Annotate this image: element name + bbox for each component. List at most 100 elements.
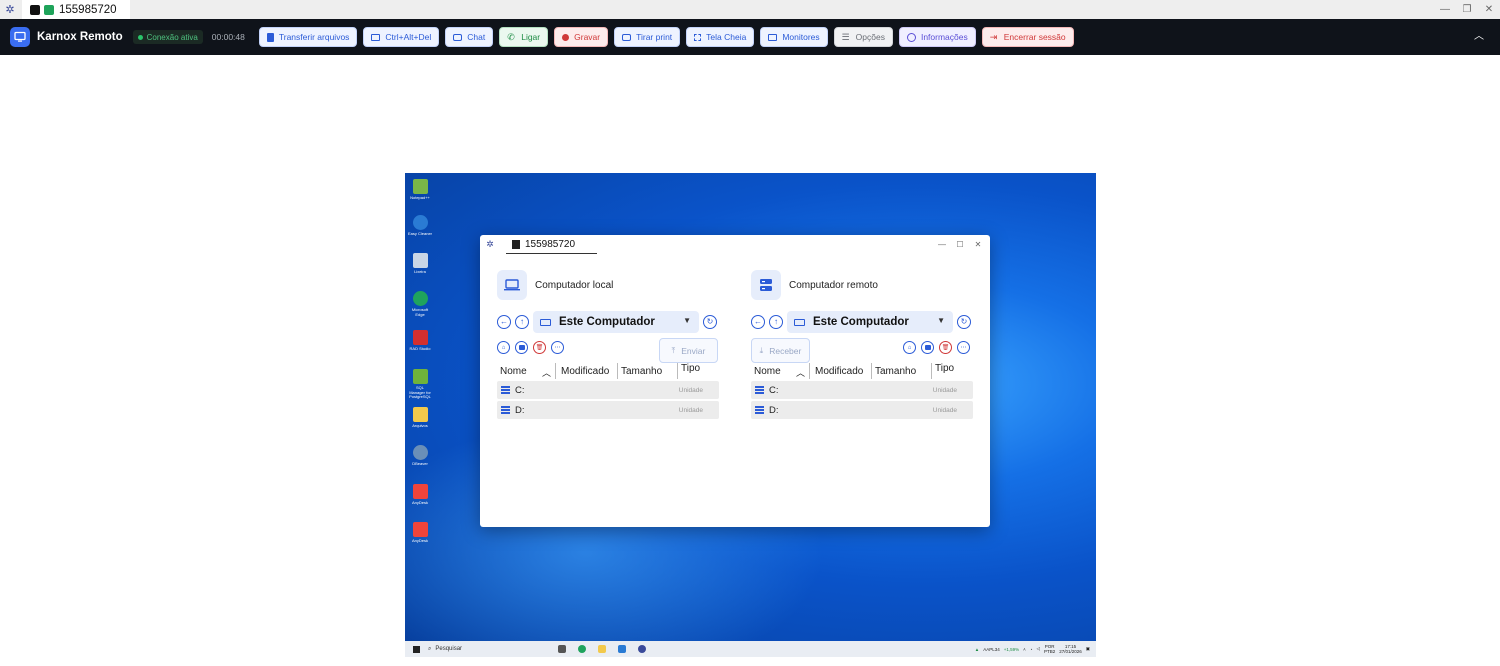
karnox-taskbar-icon[interactable] <box>638 645 646 653</box>
options-button[interactable]: ☰ Opções <box>833 27 893 47</box>
windows-icon <box>412 645 420 653</box>
desktop-icon-edge[interactable]: Microsoft Edge <box>408 291 432 317</box>
call-button[interactable]: ✆ Ligar <box>499 27 549 47</box>
column-modified[interactable]: Modificado <box>815 366 863 377</box>
notepad-icon <box>412 179 428 194</box>
logout-icon: ⇥ <box>989 31 998 42</box>
network-icon[interactable]: ◔ <box>1030 647 1033 652</box>
refresh-icon[interactable]: ↻ <box>703 315 717 329</box>
delete-icon[interactable]: 🗑 <box>533 341 546 354</box>
end-session-button[interactable]: ⇥ Encerrar sessão <box>981 27 1074 47</box>
new-folder-icon[interactable] <box>515 341 528 354</box>
drive-icon <box>755 386 764 394</box>
new-folder-icon[interactable] <box>921 341 934 354</box>
session-toolbar: Karnox Remoto Conexão ativa 00:00:48 Tra… <box>0 19 1500 55</box>
remote-pane-title: Computador remoto <box>789 279 878 291</box>
collapse-toolbar-icon[interactable]: ︿ <box>1474 27 1484 42</box>
minimize-icon[interactable]: — <box>1434 0 1456 19</box>
more-options-icon[interactable]: ⋯ <box>957 341 970 354</box>
upload-icon: ⤒ <box>671 345 676 355</box>
column-size[interactable]: Tamanho <box>621 366 662 377</box>
app-titlebar: ✲ 155985720 — ❐ ✕ <box>0 0 1500 19</box>
ctrl-alt-del-button[interactable]: Ctrl+Alt+Del <box>363 27 440 47</box>
column-size[interactable]: Tamanho <box>875 366 916 377</box>
anydesk-icon <box>412 522 428 537</box>
receive-button[interactable]: ⤓ Receber <box>751 338 810 363</box>
desktop-icon-folder[interactable]: Arquivos <box>408 407 432 429</box>
home-icon[interactable]: ⌂ <box>497 341 510 354</box>
up-arrow-icon[interactable]: ↑ <box>515 315 529 329</box>
file-icon <box>266 32 274 42</box>
file-transfer-window: ✲ 155985720 — ☐ ✕ Computador local ← ↑ E… <box>480 235 990 527</box>
dbeaver-icon <box>412 445 428 460</box>
maximize-icon[interactable]: ☐ <box>951 235 969 254</box>
desktop-icon-anydesk-2[interactable]: AnyDesk <box>408 522 432 544</box>
desktop-icon-rad-studio[interactable]: RAD Studio <box>408 330 432 352</box>
back-arrow-icon[interactable]: ← <box>751 315 765 329</box>
column-name[interactable]: Nome <box>754 366 781 377</box>
column-modified[interactable]: Modificado <box>561 366 609 377</box>
phone-icon: ✆ <box>507 31 515 42</box>
session-timer: 00:00:48 <box>211 32 245 42</box>
edge-taskbar-icon[interactable] <box>578 645 586 653</box>
close-icon[interactable]: ✕ <box>969 235 987 254</box>
restore-icon[interactable]: ❐ <box>1456 0 1478 19</box>
column-type[interactable]: Tipo <box>935 363 954 374</box>
local-pane-header: Computador local <box>497 270 613 300</box>
fullscreen-button[interactable]: Tela Cheia <box>686 27 755 47</box>
status-dot-icon <box>137 34 143 40</box>
volume-icon[interactable]: ◁ <box>1036 646 1039 652</box>
notification-icon[interactable]: ▣ <box>1086 646 1090 652</box>
desktop-icon-recycle-bin[interactable]: Lixeira <box>408 253 432 275</box>
sort-asc-icon[interactable]: ︿ <box>542 366 551 379</box>
task-view-icon[interactable] <box>558 645 566 653</box>
mail-taskbar-icon[interactable] <box>618 645 626 653</box>
close-icon[interactable]: ✕ <box>1478 0 1500 19</box>
column-name[interactable]: Nome <box>500 366 527 377</box>
remote-location-select[interactable]: Este Computador ▼ <box>787 311 953 333</box>
chat-button[interactable]: Chat <box>445 27 494 47</box>
file-window-title: 155985720 <box>525 238 576 250</box>
home-icon[interactable]: ⌂ <box>903 341 916 354</box>
info-button[interactable]: Informações <box>898 27 976 47</box>
desktop-icon-notepad[interactable]: Notepad++ <box>408 179 432 201</box>
taskbar-search[interactable]: ⌕ Pesquisar <box>428 646 558 653</box>
send-button[interactable]: ⤒ Enviar <box>659 338 718 363</box>
back-arrow-icon[interactable]: ← <box>497 315 511 329</box>
file-window-tab[interactable]: 155985720 <box>506 235 598 254</box>
table-row[interactable]: C: Unidade <box>497 381 719 399</box>
folder-icon <box>412 407 428 422</box>
record-button[interactable]: Gravar <box>554 27 609 47</box>
column-type[interactable]: Tipo <box>681 363 700 374</box>
keyboard-icon <box>371 33 381 41</box>
karnox-logo-icon: ✲ <box>486 239 494 249</box>
monitors-button[interactable]: Monitores <box>760 27 828 47</box>
table-row[interactable]: D: Unidade <box>751 401 973 419</box>
local-pane-title: Computador local <box>535 279 614 291</box>
table-row[interactable]: C: Unidade <box>751 381 973 399</box>
minimize-icon[interactable]: — <box>933 235 951 254</box>
desktop-icon-cleaner[interactable]: Easy Cleaner <box>408 215 432 237</box>
local-location-select[interactable]: Este Computador ▼ <box>533 311 699 333</box>
up-arrow-icon[interactable]: ↑ <box>769 315 783 329</box>
system-tray: ▲ AAPL34 +1,59% ˄ ◔ ◁ POR PTB2 17:15 27/01… <box>974 644 1090 654</box>
tray-chevron-icon[interactable]: ˄ <box>1023 647 1026 652</box>
more-options-icon[interactable]: ⋯ <box>551 341 564 354</box>
drive-icon <box>501 406 510 414</box>
desktop-icon-sql-manager[interactable]: SQL Manager for PostgreSQL <box>408 369 432 400</box>
desktop-icon-anydesk[interactable]: AnyDesk <box>408 484 432 506</box>
file-icon <box>512 239 520 249</box>
refresh-icon[interactable]: ↻ <box>957 315 971 329</box>
transfer-files-button[interactable]: Transferir arquivos <box>258 27 358 47</box>
drive-icon <box>755 406 764 414</box>
delete-icon[interactable]: 🗑 <box>939 341 952 354</box>
record-icon <box>562 33 570 41</box>
explorer-taskbar-icon[interactable] <box>598 645 606 653</box>
screenshot-button[interactable]: Tirar print <box>614 27 681 47</box>
start-button[interactable] <box>408 641 424 657</box>
sort-asc-icon[interactable]: ︿ <box>796 366 805 379</box>
session-tab[interactable]: 155985720 <box>22 0 130 19</box>
table-row[interactable]: D: Unidade <box>497 401 719 419</box>
desktop-icon-dbeaver[interactable]: DBeaver <box>408 445 432 467</box>
terminal-icon <box>30 4 40 15</box>
